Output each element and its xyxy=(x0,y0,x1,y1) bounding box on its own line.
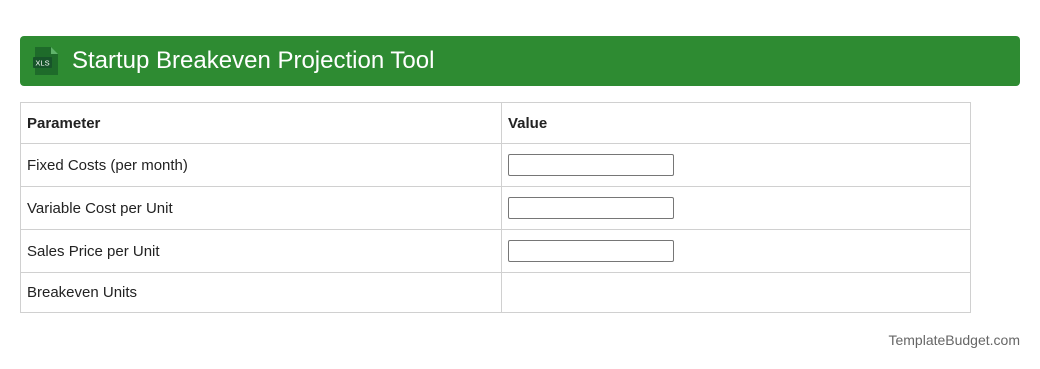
fixed-costs-cell xyxy=(501,143,971,187)
fixed-costs-label: Fixed Costs (per month) xyxy=(20,143,502,187)
sales-price-input[interactable] xyxy=(508,240,674,262)
column-header-parameter: Parameter xyxy=(20,102,502,144)
variable-cost-cell xyxy=(501,186,971,230)
page: XLS Startup Breakeven Projection Tool Pa… xyxy=(0,0,1040,369)
parameter-table: Parameter Value Fixed Costs (per month) … xyxy=(20,102,971,313)
table-header-row: Parameter Value xyxy=(20,102,971,144)
breakeven-units-result xyxy=(501,272,971,313)
table-row-sales-price: Sales Price per Unit xyxy=(20,229,971,273)
xls-file-icon: XLS xyxy=(33,47,58,75)
footer-credit: TemplateBudget.com xyxy=(888,332,1020,348)
variable-cost-label: Variable Cost per Unit xyxy=(20,186,502,230)
variable-cost-input[interactable] xyxy=(508,197,674,219)
sales-price-label: Sales Price per Unit xyxy=(20,229,502,273)
breakeven-units-label: Breakeven Units xyxy=(20,272,502,313)
page-title: Startup Breakeven Projection Tool xyxy=(72,47,435,74)
xls-icon-label: XLS xyxy=(35,59,49,68)
table-row-fixed-costs: Fixed Costs (per month) xyxy=(20,143,971,187)
sales-price-cell xyxy=(501,229,971,273)
header-bar: XLS Startup Breakeven Projection Tool xyxy=(20,36,1020,86)
table-row-variable-cost: Variable Cost per Unit xyxy=(20,186,971,230)
table-row-breakeven-units: Breakeven Units xyxy=(20,272,971,313)
fixed-costs-input[interactable] xyxy=(508,154,674,176)
column-header-value: Value xyxy=(501,102,971,144)
